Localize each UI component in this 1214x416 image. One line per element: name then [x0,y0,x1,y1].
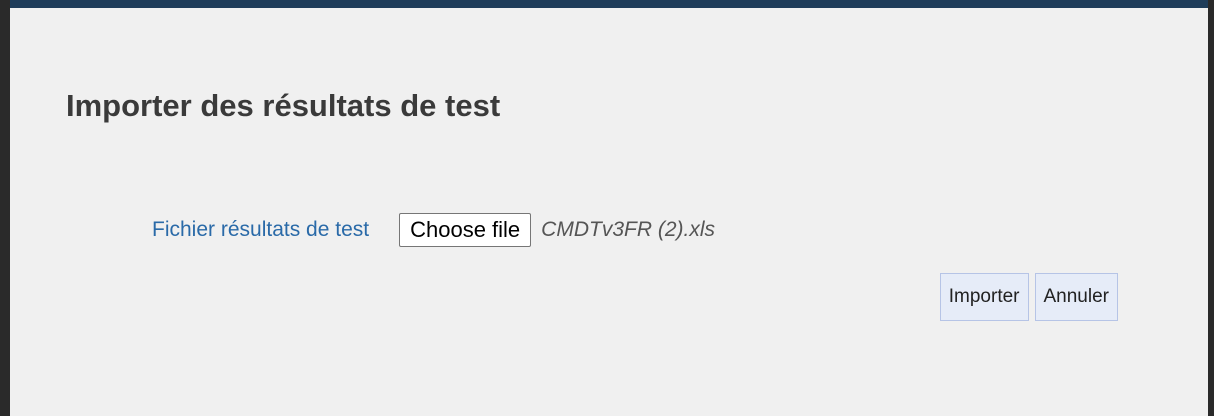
background-page-strip [0,0,1214,8]
file-field-row: Fichier résultats de test Choose file CM… [152,212,715,248]
selected-file-name: CMDTv3FR (2).xls [541,218,715,241]
background-overlay-right [1208,0,1214,416]
background-overlay-left [0,0,10,416]
import-test-results-dialog: Importer des résultats de test Fichier r… [10,8,1208,416]
choose-file-button[interactable]: Choose file [399,213,532,247]
dialog-title: Importer des résultats de test [66,88,501,123]
cancel-button[interactable]: Annuler [1034,273,1118,321]
dialog-actions: Importer Annuler [939,273,1118,321]
file-field-label: Fichier résultats de test [152,218,370,241]
import-button[interactable]: Importer [939,273,1029,321]
